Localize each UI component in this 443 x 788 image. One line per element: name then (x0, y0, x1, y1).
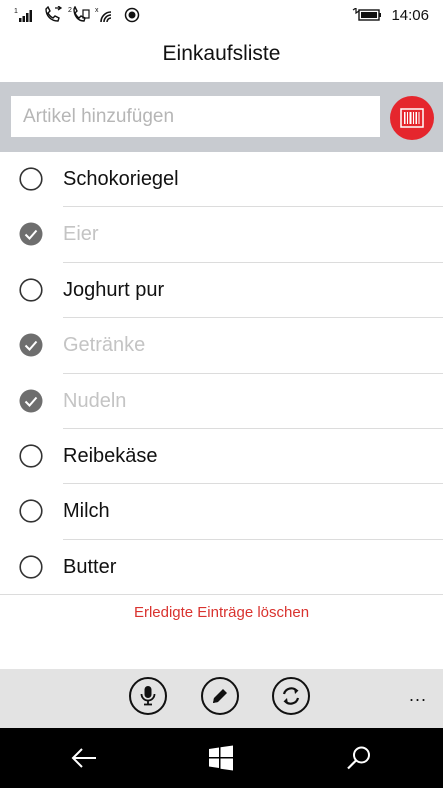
item-label: Eier (63, 223, 99, 246)
svg-text:2: 2 (68, 7, 72, 14)
barcode-scan-button[interactable] (390, 96, 434, 140)
list-item[interactable]: Eier (0, 207, 443, 263)
list-item[interactable]: Schokoriegel (0, 152, 443, 208)
wifi-icon: x (95, 6, 115, 24)
signal-icon: 1 (14, 6, 34, 24)
unchecked-circle-icon[interactable] (19, 278, 43, 302)
back-arrow-icon (71, 748, 96, 768)
item-label: Schokoriegel (63, 168, 179, 190)
status-bar: 1 2 x 14:06 (0, 0, 443, 32)
unchecked-circle-icon[interactable] (19, 555, 43, 579)
page-title: Einkaufsliste (162, 42, 281, 65)
list-item[interactable]: Butter (0, 540, 443, 596)
search-button[interactable] (343, 742, 375, 774)
edit-button[interactable] (201, 677, 239, 715)
more-button[interactable]: ... (409, 685, 427, 706)
svg-text:x: x (95, 7, 99, 14)
windows-icon (209, 745, 233, 771)
item-label: Getränke (63, 334, 146, 357)
list-item[interactable]: Reibekäse (0, 429, 443, 485)
clock: 14:06 (391, 7, 429, 24)
list-item[interactable]: Joghurt pur (0, 263, 443, 319)
sync-icon (282, 687, 300, 705)
voice-input-button[interactable] (129, 677, 167, 715)
checked-circle-icon[interactable] (19, 222, 43, 246)
checked-circle-icon[interactable] (19, 333, 43, 357)
navigation-bar (0, 728, 443, 788)
add-item-input[interactable] (11, 96, 380, 137)
checked-circle-icon[interactable] (19, 389, 43, 413)
call-forward-icon (43, 6, 63, 24)
item-label: Milch (63, 500, 110, 523)
list-item[interactable]: Getränke (0, 318, 443, 374)
record-icon (124, 6, 140, 24)
add-item-bar (0, 82, 443, 152)
battery-icon (352, 6, 382, 24)
back-button[interactable] (68, 742, 100, 774)
sim2-icon: 2 (68, 6, 90, 24)
shopping-list: Schokoriegel Eier Joghurt pur Getränke N… (0, 152, 443, 596)
list-item[interactable]: Milch (0, 484, 443, 540)
clear-done-link[interactable]: Erledigte Einträge löschen (0, 604, 443, 621)
microphone-icon (140, 686, 156, 706)
unchecked-circle-icon[interactable] (19, 444, 43, 468)
item-label: Butter (63, 555, 117, 578)
app-bar: ... (0, 669, 443, 728)
sync-button[interactable] (272, 677, 310, 715)
list-item[interactable]: Nudeln (0, 374, 443, 429)
divider (0, 594, 443, 596)
pencil-icon (213, 689, 227, 703)
item-label: Nudeln (63, 389, 127, 412)
search-icon (347, 746, 370, 770)
item-label: Reibekäse (63, 444, 158, 467)
svg-text:1: 1 (14, 8, 18, 15)
item-label: Joghurt pur (63, 278, 165, 301)
start-button[interactable] (205, 742, 237, 774)
unchecked-circle-icon[interactable] (19, 499, 43, 523)
unchecked-circle-icon[interactable] (19, 167, 43, 191)
barcode-icon (400, 108, 424, 128)
